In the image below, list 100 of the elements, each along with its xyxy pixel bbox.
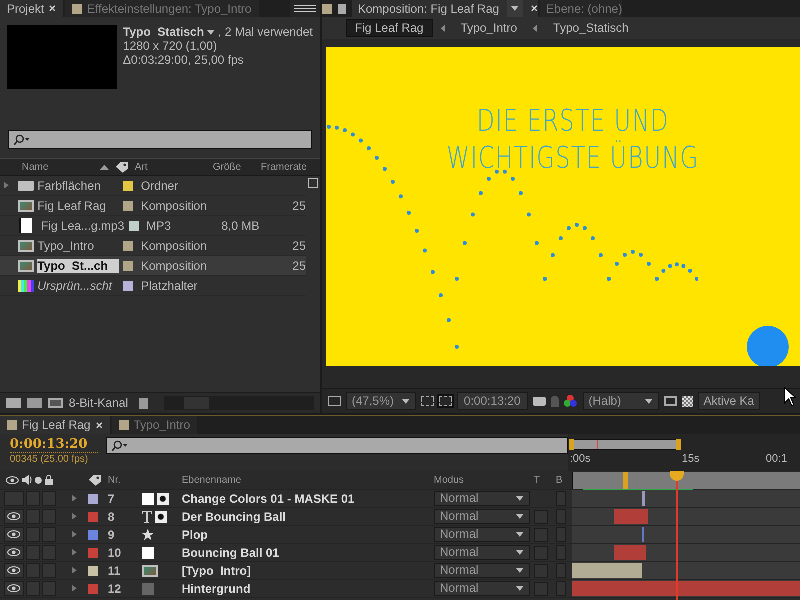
- mode-dropdown[interactable]: Normal: [434, 545, 530, 560]
- transparency-grid-icon[interactable]: [682, 396, 693, 406]
- time-navigator[interactable]: [570, 439, 680, 450]
- layer-number: 7: [108, 492, 116, 506]
- column-header[interactable]: Name: [22, 162, 100, 172]
- item-size: 8,0 MB: [222, 218, 260, 232]
- star-icon: [142, 528, 154, 540]
- composition-icon: [18, 260, 34, 272]
- arrow-icon: [440, 24, 445, 32]
- layer-bar[interactable]: [614, 545, 646, 560]
- panel-tab[interactable]: Projekt: [0, 0, 64, 17]
- panel-menu-icon[interactable]: [290, 0, 320, 17]
- mode-dropdown[interactable]: Normal: [434, 527, 530, 542]
- region-icon[interactable]: [328, 396, 341, 406]
- resolution-dropdown[interactable]: (Halb): [582, 392, 659, 410]
- color-channels-icon[interactable]: [564, 395, 578, 407]
- current-time[interactable]: 0:00:13:20: [10, 437, 98, 453]
- column-header: Modus: [434, 474, 466, 486]
- mode-dropdown[interactable]: Normal: [434, 509, 530, 524]
- layer-name[interactable]: Bouncing Ball 01: [182, 546, 434, 560]
- layer-number: 11: [108, 564, 122, 578]
- project-item[interactable]: Fig Lea...g.mp3 MP3 8,0 MB: [0, 216, 306, 236]
- layer-number: 12: [108, 582, 122, 596]
- column-header[interactable]: Framerate: [261, 162, 308, 172]
- solo-icon: [35, 476, 42, 484]
- dropdown-icon: [516, 514, 524, 519]
- dropdown-icon: [644, 398, 653, 404]
- close-icon[interactable]: [96, 422, 103, 428]
- expand-icon[interactable]: [72, 495, 77, 502]
- layer-name[interactable]: Plop: [182, 528, 434, 542]
- item-name: Typo_Intro: [36, 238, 96, 252]
- composition-icon[interactable]: [48, 398, 63, 408]
- mask-toggle-icon[interactable]: [439, 396, 452, 406]
- dropdown-icon: [516, 532, 524, 537]
- visibility-toggle[interactable]: [4, 527, 24, 542]
- safe-area-icon[interactable]: [421, 396, 434, 406]
- column-header[interactable]: Größe: [213, 162, 261, 172]
- ruler-label: :00s: [570, 453, 591, 465]
- layer-name[interactable]: Change Colors 01 - MASKE 01: [182, 492, 434, 506]
- composition-icon: [18, 200, 34, 212]
- sort-icon: [100, 164, 109, 170]
- layer-bar[interactable]: [614, 509, 648, 524]
- search-field[interactable]: [106, 437, 568, 454]
- timecode-field[interactable]: 0:00:13:20: [457, 392, 528, 410]
- color-swatch-icon: [118, 420, 129, 430]
- layer-name[interactable]: Der Bouncing Ball: [182, 510, 434, 524]
- dropdown-icon: [511, 6, 520, 11]
- color-swatch-icon: [7, 420, 17, 430]
- expand-icon[interactable]: [72, 531, 77, 538]
- expand-icon[interactable]: [72, 513, 77, 520]
- mode-dropdown[interactable]: Normal: [434, 581, 530, 596]
- work-area-bar[interactable]: [572, 472, 800, 488]
- mode-dropdown[interactable]: Normal: [434, 563, 530, 578]
- search-icon: [13, 134, 31, 146]
- visibility-toggle[interactable]: [4, 581, 24, 596]
- column-header: Ebenenname: [182, 474, 242, 486]
- visibility-toggle[interactable]: [4, 545, 24, 560]
- ruler-label: 00:1: [766, 453, 788, 465]
- expand-icon[interactable]: [72, 567, 77, 574]
- mode-dropdown[interactable]: Normal: [434, 491, 530, 506]
- visibility-toggle[interactable]: [4, 509, 24, 524]
- project-item[interactable]: Typo_St...ch Komposition 25: [0, 256, 306, 276]
- expand-icon[interactable]: [72, 549, 77, 556]
- panel-tab[interactable]: Fig Leaf Rag: [0, 416, 110, 434]
- layer-name[interactable]: Hintergrund: [182, 582, 434, 596]
- eye-icon: [6, 476, 19, 484]
- headline-text: DIE ERSTE UND: [476, 103, 670, 140]
- eye-icon: [7, 566, 21, 575]
- layer-number: 10: [108, 546, 122, 560]
- panel-tab[interactable]: Komposition: Fig Leaf Rag: [352, 0, 538, 17]
- zoom-dropdown[interactable]: (47,5%): [346, 392, 416, 410]
- search-field[interactable]: [8, 130, 312, 149]
- item-title: Typo_Statisch: [123, 25, 204, 39]
- project-item[interactable]: Fig Leaf Rag Komposition 25: [0, 196, 306, 216]
- solid-icon: [142, 546, 154, 558]
- mask-icon: [157, 492, 169, 504]
- close-icon[interactable]: [531, 5, 538, 12]
- close-icon[interactable]: [49, 5, 56, 12]
- item-type: Platzhalter: [141, 278, 199, 292]
- expand-icon[interactable]: [72, 585, 77, 592]
- expand-icon[interactable]: [4, 182, 9, 189]
- breadcrumb[interactable]: Fig Leaf Rag: [346, 19, 433, 37]
- breadcrumb[interactable]: Typo_Intro: [452, 20, 526, 36]
- playhead-handle[interactable]: [670, 471, 684, 481]
- column-header[interactable]: Art: [135, 162, 213, 172]
- project-item[interactable]: Farbflächen Ordner: [0, 176, 306, 196]
- eye-icon: [7, 548, 21, 557]
- layer-bar[interactable]: [642, 491, 645, 506]
- dropdown-icon: [207, 30, 216, 34]
- bit-depth-button[interactable]: 8-Bit-Kanal: [69, 396, 133, 410]
- project-item[interactable]: Ursprün...scht Platzhalter: [0, 276, 306, 296]
- layer-name[interactable]: [Typo_Intro]: [182, 564, 434, 578]
- frame-icon[interactable]: [664, 396, 677, 406]
- layer-bar[interactable]: [572, 563, 642, 578]
- dropdown-icon: [516, 496, 524, 501]
- camera-dropdown[interactable]: Aktive Ka: [698, 392, 760, 410]
- item-type: Ordner: [141, 178, 180, 192]
- breadcrumb[interactable]: Typo_Statisch: [545, 20, 637, 36]
- composition-icon: [18, 240, 34, 252]
- visibility-toggle[interactable]: [4, 563, 24, 578]
